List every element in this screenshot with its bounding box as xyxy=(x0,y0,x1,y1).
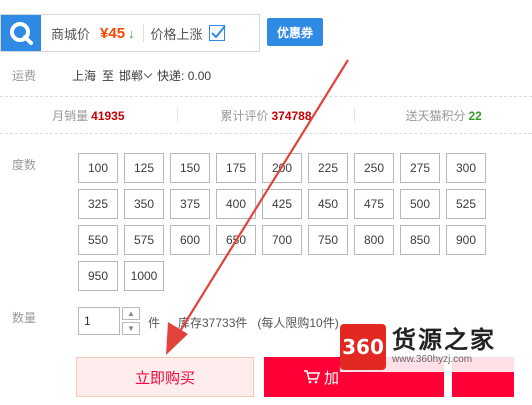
quantity-label: 数量 xyxy=(12,311,37,325)
shipping-origin: 上海 xyxy=(72,68,97,83)
degree-option[interactable]: 200 xyxy=(262,153,302,183)
shipping-row: 运费 上海 至 邯郸 快递: 0.00 xyxy=(0,66,532,84)
degree-option[interactable]: 100 xyxy=(78,153,118,183)
monthly-sales-label: 月销量 xyxy=(52,108,89,123)
quantity-stepper: ▲ ▼ xyxy=(122,307,140,335)
degree-option[interactable]: 600 xyxy=(170,225,210,255)
monthly-sales-value: 41935 xyxy=(91,108,125,123)
degree-option[interactable]: 700 xyxy=(262,225,302,255)
watermark-text: 货源之家 www.360hyzj.com xyxy=(392,328,496,366)
quantity-unit: 件 xyxy=(148,316,161,330)
price-down-arrow-icon: ↓ xyxy=(128,25,135,41)
degree-option[interactable]: 425 xyxy=(262,189,302,219)
degree-label: 度数 xyxy=(12,158,37,172)
degree-option[interactable]: 400 xyxy=(216,189,256,219)
coupon-button[interactable]: 优惠券 xyxy=(267,18,323,46)
mall-price-label: 商城价 xyxy=(51,26,91,42)
degree-option[interactable]: 150 xyxy=(170,153,210,183)
degree-option[interactable]: 350 xyxy=(124,189,164,219)
chevron-down-icon[interactable]: ▼ xyxy=(122,322,140,335)
buy-now-button[interactable]: 立即购买 xyxy=(76,357,254,397)
degree-option[interactable]: 900 xyxy=(446,225,486,255)
degree-option[interactable]: 750 xyxy=(308,225,348,255)
degree-option[interactable]: 275 xyxy=(400,153,440,183)
checkmark-icon xyxy=(210,25,226,39)
watermark-url: www.360hyzj.com xyxy=(392,354,473,365)
chevron-down-icon[interactable] xyxy=(143,69,153,78)
tmall-points-value: 22 xyxy=(468,108,482,123)
degree-option[interactable]: 850 xyxy=(400,225,440,255)
purchase-limit: (每人限购10件) xyxy=(257,316,339,330)
monthly-sales: 月销量 41935 xyxy=(0,107,177,124)
degree-option[interactable]: 550 xyxy=(78,225,118,255)
watermark-title: 货源之家 xyxy=(392,327,496,354)
total-reviews[interactable]: 累计评价 374788 xyxy=(178,107,355,124)
degree-option[interactable]: 450 xyxy=(308,189,348,219)
degree-option[interactable]: 325 xyxy=(78,189,118,219)
shipping-label: 运费 xyxy=(12,68,37,83)
add-to-cart-label: 加 xyxy=(324,369,340,387)
watermark: 360 货源之家 www.360hyzj.com xyxy=(340,322,530,372)
price-rise-label[interactable]: 价格上涨 xyxy=(151,24,203,43)
stock-info: 库存37733件 (每人限购10件) xyxy=(178,314,339,331)
degree-option[interactable]: 800 xyxy=(354,225,394,255)
degree-option[interactable]: 125 xyxy=(124,153,164,183)
degree-option[interactable]: 375 xyxy=(170,189,210,219)
degree-option[interactable]: 300 xyxy=(446,153,486,183)
divider xyxy=(142,24,144,42)
total-reviews-value: 374788 xyxy=(271,108,312,123)
stats-row: 月销量 41935 累计评价 374788 送天猫积分 22 xyxy=(0,96,532,134)
quantity-input[interactable] xyxy=(78,307,120,335)
degree-option[interactable]: 175 xyxy=(216,153,256,183)
degree-option[interactable]: 575 xyxy=(124,225,164,255)
degree-option[interactable]: 950 xyxy=(78,261,118,291)
price-bar: 商城价 ¥45 ↓ 价格上涨 xyxy=(0,14,260,52)
shipping-to: 至 xyxy=(102,68,115,83)
degree-option[interactable]: 1000 xyxy=(124,261,164,291)
degree-option[interactable]: 225 xyxy=(308,153,348,183)
tmall-points-label: 送天猫积分 xyxy=(405,108,466,123)
shipping-destination[interactable]: 邯郸 xyxy=(119,67,143,84)
chevron-up-icon[interactable]: ▲ xyxy=(122,307,140,320)
watermark-logo: 360 xyxy=(340,324,386,370)
degree-option[interactable]: 250 xyxy=(354,153,394,183)
degree-option[interactable]: 475 xyxy=(354,189,394,219)
degree-option[interactable]: 525 xyxy=(446,189,486,219)
total-reviews-label: 累计评价 xyxy=(220,108,269,123)
price-rise-checkbox[interactable] xyxy=(208,25,226,41)
degree-options: 100 125 150 175 200 225 250 275 300 325 … xyxy=(78,153,490,291)
stock-count: 库存37733件 xyxy=(178,316,248,330)
degree-option[interactable]: 500 xyxy=(400,189,440,219)
price-value: ¥45 xyxy=(100,24,126,42)
tmall-points: 送天猫积分 22 xyxy=(355,107,532,124)
cart-icon xyxy=(304,370,320,384)
degree-option[interactable]: 650 xyxy=(216,225,256,255)
q-magnifier-icon xyxy=(1,15,41,51)
shipping-express-fee: 快递: 0.00 xyxy=(157,68,212,83)
